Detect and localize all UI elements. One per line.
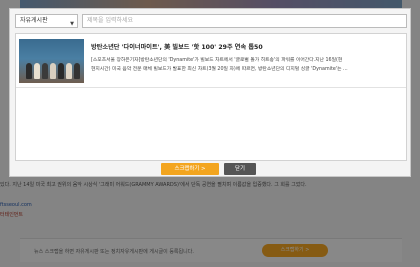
search-results-list[interactable]: 방탄소년단 '다이너마이트', 美 빌보드 '핫 100' 29주 연속 톱50… — [15, 33, 407, 161]
chevron-down-icon: ▼ — [70, 21, 74, 27]
board-select-value: 자유게시판 — [20, 17, 48, 24]
scrap-button[interactable]: 스크랩하기 > — [161, 163, 219, 175]
title-search-input[interactable]: 제목을 입력하세요 — [82, 14, 407, 28]
article-summary-line: [스포츠서울 장하은기자]방탄소년단의 'Dynamite'가 빌보드 차트에서… — [91, 58, 343, 63]
article-summary: [스포츠서울 장하은기자]방탄소년단의 'Dynamite'가 빌보드 차트에서… — [91, 56, 403, 74]
modal-button-row: 스크랩하기 > 닫기 — [10, 163, 412, 176]
search-row: 자유게시판 ▼ 제목을 입력하세요 — [15, 14, 407, 28]
close-button[interactable]: 닫기 — [224, 163, 256, 175]
article-thumbnail — [19, 39, 84, 83]
list-item[interactable]: 방탄소년단 '다이너마이트', 美 빌보드 '핫 100' 29주 연속 톱50… — [16, 34, 406, 88]
article-summary-line: 현지시간) 미국 음악 전문 매체 빌보드가 발표한 최신 차트(3월 20일 … — [91, 67, 348, 72]
scrap-modal: 자유게시판 ▼ 제목을 입력하세요 방탄소년단 '다이너마이트', 美 빌보드 … — [9, 8, 411, 177]
board-select[interactable]: 자유게시판 ▼ — [15, 14, 78, 28]
article-title[interactable]: 방탄소년단 '다이너마이트', 美 빌보드 '핫 100' 29주 연속 톱50 — [91, 42, 263, 51]
